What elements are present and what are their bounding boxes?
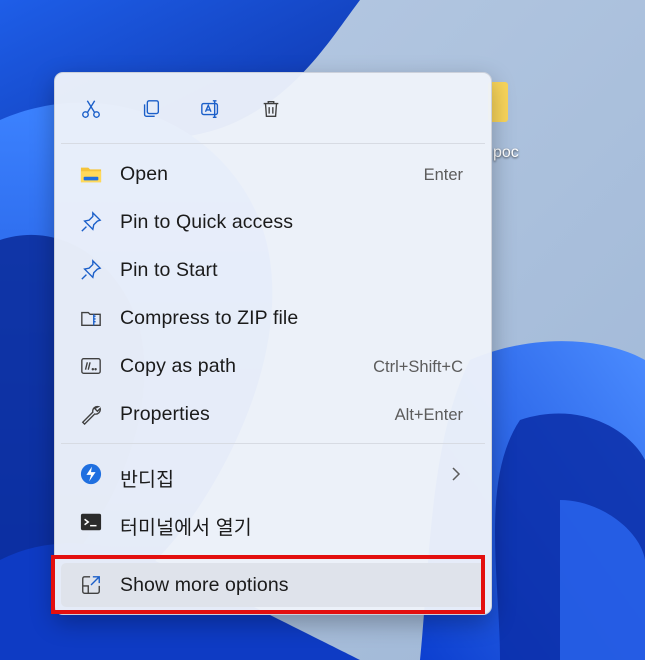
pin-icon xyxy=(79,211,103,233)
trash-icon xyxy=(263,100,279,118)
bandizip-icon xyxy=(79,463,103,485)
menu-item-label: Properties xyxy=(120,403,210,425)
menu-item-open-in-terminal[interactable]: 터미널에서 열기 xyxy=(61,500,485,544)
pin-icon xyxy=(79,259,103,281)
menu-item-label: Open xyxy=(120,163,169,185)
menu-item-open[interactable]: Open Enter xyxy=(61,152,485,196)
scissors-icon xyxy=(82,100,100,118)
menu-item-compress-zip[interactable]: Compress to ZIP file xyxy=(61,296,485,340)
menu-item-shortcut: Alt+Enter xyxy=(394,406,463,424)
menu-item-shortcut: Enter xyxy=(423,166,463,184)
wrench-icon xyxy=(79,403,103,425)
menu-item-label: Pin to Quick access xyxy=(120,211,294,233)
separator xyxy=(61,143,485,144)
rename-icon xyxy=(201,100,219,118)
menu-item-properties[interactable]: Properties Alt+Enter xyxy=(61,392,485,436)
copy-button[interactable] xyxy=(137,95,165,123)
zip-icon xyxy=(79,307,103,329)
rename-button[interactable] xyxy=(197,95,225,123)
menu-item-pin-quick-access[interactable]: Pin to Quick access xyxy=(61,200,485,244)
copy-path-icon xyxy=(79,355,103,377)
menu-item-label: 터미널에서 열기 xyxy=(120,517,252,539)
terminal-icon xyxy=(79,511,103,533)
delete-button[interactable] xyxy=(257,95,285,123)
menu-item-bandizip[interactable]: 반디집 xyxy=(61,452,485,496)
menu-item-pin-to-start[interactable]: Pin to Start xyxy=(61,248,485,292)
menu-item-copy-as-path[interactable]: Copy as path Ctrl+Shift+C xyxy=(61,344,485,388)
copy-icon xyxy=(143,100,160,118)
menu-item-label: 반디집 xyxy=(120,469,175,491)
context-menu: Open Enter Pin to Quick access Pin to St… xyxy=(54,72,492,615)
annotation-highlight-box xyxy=(51,555,485,614)
chevron-right-icon xyxy=(452,467,461,481)
menu-item-label: Pin to Start xyxy=(120,259,218,281)
menu-item-shortcut: Ctrl+Shift+C xyxy=(373,358,463,376)
folder-icon xyxy=(79,163,103,185)
desktop-folder[interactable]: poc xyxy=(488,78,520,161)
separator xyxy=(61,443,485,444)
menu-item-label: Copy as path xyxy=(120,355,237,377)
quick-actions-bar xyxy=(55,73,491,143)
cut-button[interactable] xyxy=(77,95,105,123)
menu-item-label: Compress to ZIP file xyxy=(120,307,299,329)
desktop-folder-label: poc xyxy=(493,144,519,161)
